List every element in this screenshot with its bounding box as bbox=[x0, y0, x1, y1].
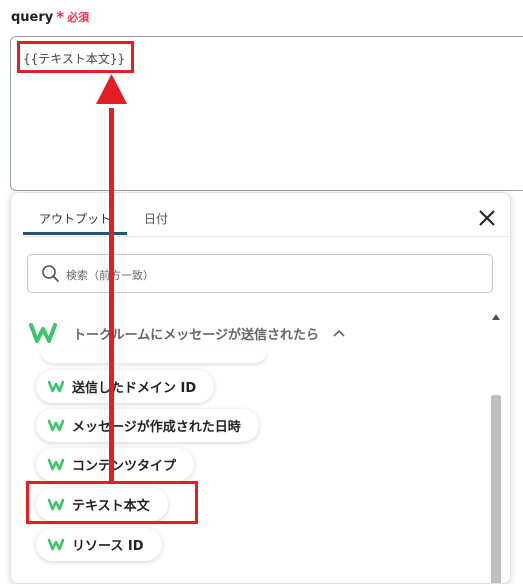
highlight-box-item bbox=[26, 481, 198, 524]
arrow-head bbox=[96, 74, 127, 104]
arrow-shaft bbox=[109, 108, 114, 483]
annotation-overlay bbox=[17, 41, 198, 524]
highlight-box-query bbox=[17, 41, 134, 73]
